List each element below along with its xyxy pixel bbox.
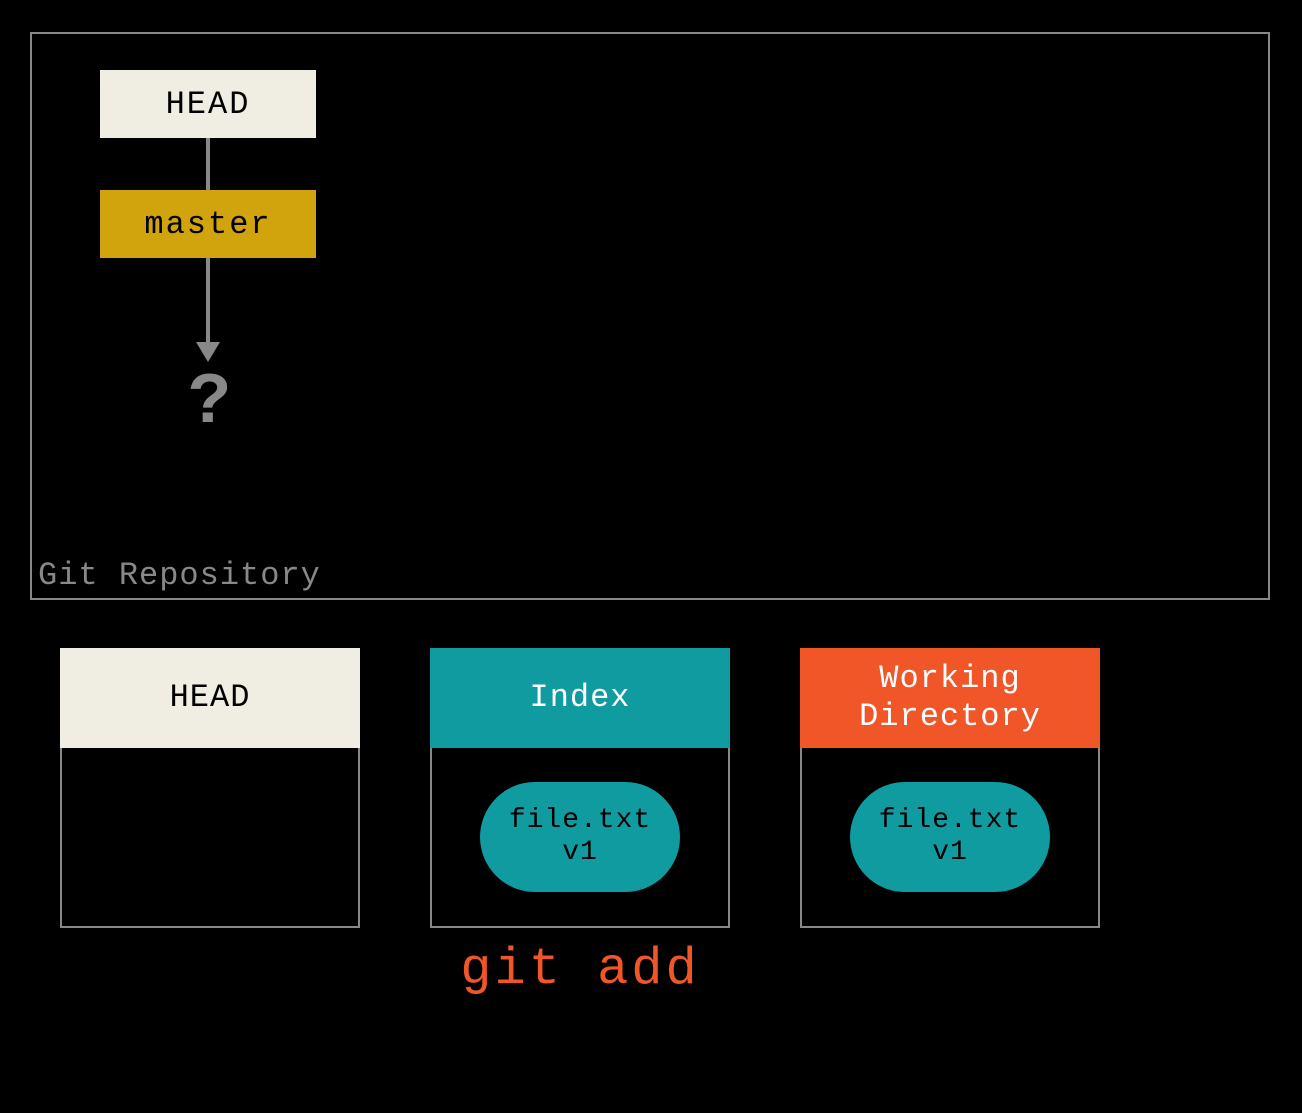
column-header-index-label: Index (529, 679, 630, 717)
master-branch-box: master (100, 190, 316, 258)
index-file-pill: file.txt v1 (480, 782, 680, 892)
column-body-head (60, 748, 360, 928)
column-header-index: Index (430, 648, 730, 748)
git-repository-container: HEAD master ? Git Repository (30, 32, 1270, 600)
git-command-label: git add (430, 940, 730, 999)
repo-box-label: Git Repository (38, 557, 321, 594)
column-header-working-directory: Working Directory (800, 648, 1100, 748)
wd-file-version: v1 (932, 837, 968, 869)
unknown-commit-icon: ? (188, 362, 231, 444)
column-header-head-label: HEAD (170, 679, 251, 717)
arrow-master-to-unknown (206, 258, 210, 344)
index-file-name: file.txt (509, 805, 651, 837)
master-branch-label: master (144, 206, 271, 243)
wd-file-pill: file.txt v1 (850, 782, 1050, 892)
column-body-working-directory: file.txt v1 (800, 748, 1100, 928)
wd-label-line1: Working (859, 660, 1041, 698)
wd-file-name: file.txt (879, 805, 1021, 837)
head-ref-box: HEAD (100, 70, 316, 138)
head-ref-label: HEAD (166, 86, 251, 123)
wd-label-line2: Directory (859, 698, 1041, 736)
arrow-head-icon (196, 342, 220, 362)
column-header-head: HEAD (60, 648, 360, 748)
column-body-index: file.txt v1 (430, 748, 730, 928)
index-file-version: v1 (562, 837, 598, 869)
arrow-head-to-master (206, 138, 210, 190)
